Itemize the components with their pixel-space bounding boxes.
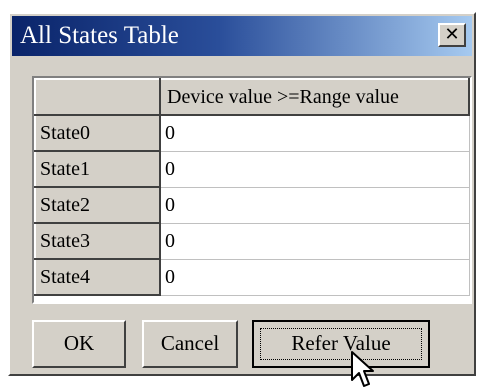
ok-button[interactable]: OK <box>32 320 126 368</box>
row-header-state4[interactable]: State4 <box>34 258 161 296</box>
state4-value-cell[interactable]: 0 <box>159 258 470 296</box>
title-bar[interactable]: All States Table ✕ <box>12 16 472 56</box>
table-row: State4 0 <box>34 258 470 296</box>
row-header-state1[interactable]: State1 <box>34 150 161 188</box>
table-row: State2 0 <box>34 186 470 224</box>
column-header-device-value[interactable]: Device value >=Range value <box>159 78 470 116</box>
state1-value-cell[interactable]: 0 <box>159 150 470 188</box>
arrow-cursor-icon <box>351 351 374 387</box>
state3-value-cell[interactable]: 0 <box>159 222 470 260</box>
state2-value-cell[interactable]: 0 <box>159 186 470 224</box>
corner-header-cell <box>34 78 161 116</box>
table-row: State3 0 <box>34 222 470 260</box>
table-row: State1 0 <box>34 150 470 188</box>
row-header-state3[interactable]: State3 <box>34 222 161 260</box>
close-icon: ✕ <box>444 24 460 45</box>
cancel-button[interactable]: Cancel <box>142 320 238 368</box>
close-button[interactable]: ✕ <box>438 23 466 47</box>
state0-value-cell[interactable]: 0 <box>159 114 470 152</box>
states-grid: Device value >=Range value State0 0 Stat… <box>32 76 472 304</box>
row-header-state2[interactable]: State2 <box>34 186 161 224</box>
window-title: All States Table <box>20 22 179 49</box>
refer-value-button[interactable]: Refer Value <box>252 320 430 368</box>
all-states-table-dialog: All States Table ✕ Device value >=Range … <box>8 12 476 387</box>
table-row: State0 0 <box>34 114 470 152</box>
row-header-state0[interactable]: State0 <box>34 114 161 152</box>
